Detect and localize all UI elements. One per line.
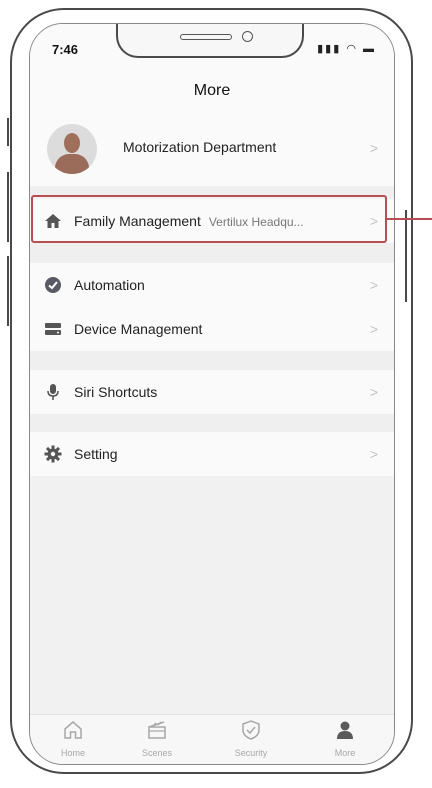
section-divider — [30, 414, 394, 432]
app-screen: 7:46 ▮▮▮ ◠ ▬ More Motorization Departmen… — [29, 23, 395, 765]
status-icons: ▮▮▮ ◠ ▬ — [317, 42, 376, 55]
callout-pointer-line — [387, 218, 432, 220]
page-title: More — [193, 82, 231, 99]
home-icon — [64, 721, 82, 739]
phone-volume-up-button — [7, 172, 9, 242]
phone-power-button — [405, 210, 407, 302]
automation-icon — [45, 277, 61, 293]
phone-side-button — [7, 118, 9, 146]
tab-label: Security — [234, 748, 268, 758]
chevron-right-icon: > — [369, 277, 378, 293]
user-icon — [337, 721, 353, 739]
automation-label: Automation — [74, 277, 145, 293]
phone-volume-down-button — [7, 256, 9, 326]
section-divider — [30, 351, 394, 370]
wifi-icon: ◠ — [346, 43, 358, 55]
automation-item[interactable]: Automation > — [30, 263, 394, 307]
chevron-right-icon: > — [369, 446, 378, 462]
profile-name: Motorization Department — [123, 139, 277, 155]
tab-home[interactable]: Home — [38, 719, 108, 758]
device-management-item[interactable]: Device Management > — [30, 307, 394, 351]
phone-notch — [116, 24, 304, 58]
tab-label: More — [334, 748, 356, 758]
section-divider — [30, 243, 394, 263]
avatar — [47, 124, 97, 174]
device-icon — [45, 323, 61, 335]
status-time: 7:46 — [52, 42, 79, 57]
siri-shortcuts-label: Siri Shortcuts — [74, 384, 158, 400]
chevron-right-icon: > — [369, 140, 378, 156]
gear-icon — [44, 445, 62, 463]
battery-icon: ▬ — [363, 43, 376, 55]
tab-label: Home — [60, 748, 85, 758]
shield-icon — [242, 720, 260, 740]
microphone-icon — [47, 384, 59, 400]
camera — [242, 31, 253, 42]
speaker — [180, 34, 232, 40]
profile-row[interactable]: Motorization Department > — [30, 114, 394, 186]
tab-more[interactable]: More — [310, 719, 380, 758]
setting-item[interactable]: Setting > — [30, 432, 394, 476]
tab-scenes[interactable]: Scenes — [122, 719, 192, 758]
chevron-right-icon: > — [369, 384, 378, 400]
tab-bar: Home Scenes Security More — [30, 714, 394, 764]
avatar-body — [55, 154, 89, 174]
chevron-right-icon: > — [369, 321, 378, 337]
setting-label: Setting — [74, 446, 118, 462]
tab-security[interactable]: Security — [216, 719, 286, 758]
callout-highlight-box — [31, 195, 387, 243]
siri-shortcuts-item[interactable]: Siri Shortcuts > — [30, 370, 394, 414]
scenes-icon — [148, 721, 166, 739]
avatar-head — [64, 133, 80, 153]
tab-label: Scenes — [141, 748, 173, 758]
signal-icon: ▮▮▮ — [317, 43, 342, 55]
device-management-label: Device Management — [74, 321, 203, 337]
